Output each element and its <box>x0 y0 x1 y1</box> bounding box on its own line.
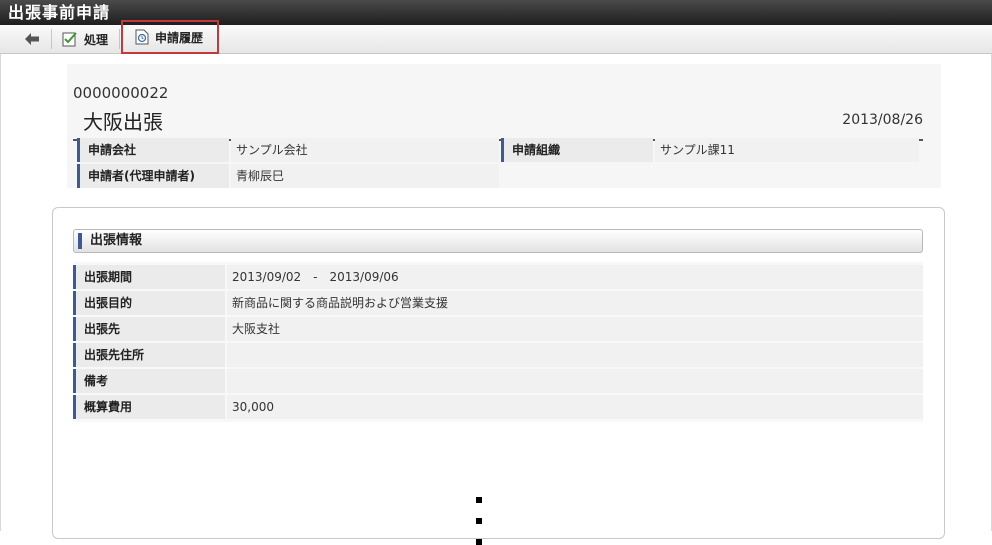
field-value: サンプル会社 <box>231 138 499 162</box>
row-value <box>227 343 923 367</box>
edit-check-icon <box>62 31 78 47</box>
toolbar: 処理 申請履歴 <box>0 20 992 54</box>
row-label: 出張目的 <box>73 291 225 315</box>
travel-info-panel: 出張情報 出張期間 2013/09/02 - 2013/09/06 出張目的 新… <box>52 207 945 545</box>
row-label: 備考 <box>73 369 225 393</box>
row-label: 出張先住所 <box>73 343 225 367</box>
row-label: 概算費用 <box>73 395 225 419</box>
main-content: 0000000022 大阪出張 2013/08/26 申請会社 サンプル会社 申… <box>0 54 992 545</box>
row-label: 出張先 <box>73 317 225 341</box>
document-date: 2013/08/26 <box>842 112 923 128</box>
back-button[interactable] <box>14 25 50 53</box>
ellipsis-dot <box>476 497 482 503</box>
info-row: 申請会社 サンプル会社 申請組織 サンプル課11 <box>77 138 919 162</box>
field-label: 申請者(代理申請者) <box>77 164 229 188</box>
table-row: 備考 <box>73 369 923 393</box>
history-document-icon <box>135 29 149 45</box>
document-number: 0000000022 <box>73 84 169 102</box>
section-accent-bar <box>78 233 82 249</box>
document-title: 大阪出張 <box>83 110 163 134</box>
history-label: 申請履歴 <box>155 30 204 45</box>
history-button[interactable]: 申請履歴 <box>121 20 219 54</box>
table-row: 出張先 大阪支社 <box>73 317 923 341</box>
process-label: 処理 <box>84 32 109 47</box>
row-value: 2013/09/02 - 2013/09/06 <box>227 265 923 289</box>
table-row: 概算費用 30,000 <box>73 395 923 419</box>
row-label: 出張期間 <box>73 265 225 289</box>
row-value: 大阪支社 <box>227 317 923 341</box>
ellipsis-dot <box>476 518 482 524</box>
table-row: 出張先住所 <box>73 343 923 367</box>
arrow-left-icon <box>25 33 39 45</box>
row-value: 30,000 <box>227 395 923 419</box>
row-value: 新商品に関する商品説明および営業支援 <box>227 291 923 315</box>
section-title: 出張情報 <box>90 233 143 248</box>
field-value: 青柳辰巳 <box>231 164 499 188</box>
info-row: 申請者(代理申請者) 青柳辰巳 <box>77 164 499 188</box>
toolbar-separator <box>119 29 120 49</box>
detail-table: 出張期間 2013/09/02 - 2013/09/06 出張目的 新商品に関す… <box>73 262 923 422</box>
field-label: 申請組織 <box>501 138 653 162</box>
row-value <box>227 369 923 393</box>
toolbar-separator <box>51 29 52 49</box>
process-button[interactable]: 処理 <box>62 25 108 53</box>
ellipsis-dot <box>476 539 482 545</box>
table-row: 出張期間 2013/09/02 - 2013/09/06 <box>73 265 923 289</box>
field-label: 申請会社 <box>77 138 229 162</box>
section-header: 出張情報 <box>73 229 923 253</box>
table-row: 出張目的 新商品に関する商品説明および営業支援 <box>73 291 923 315</box>
field-value: サンプル課11 <box>655 138 919 162</box>
